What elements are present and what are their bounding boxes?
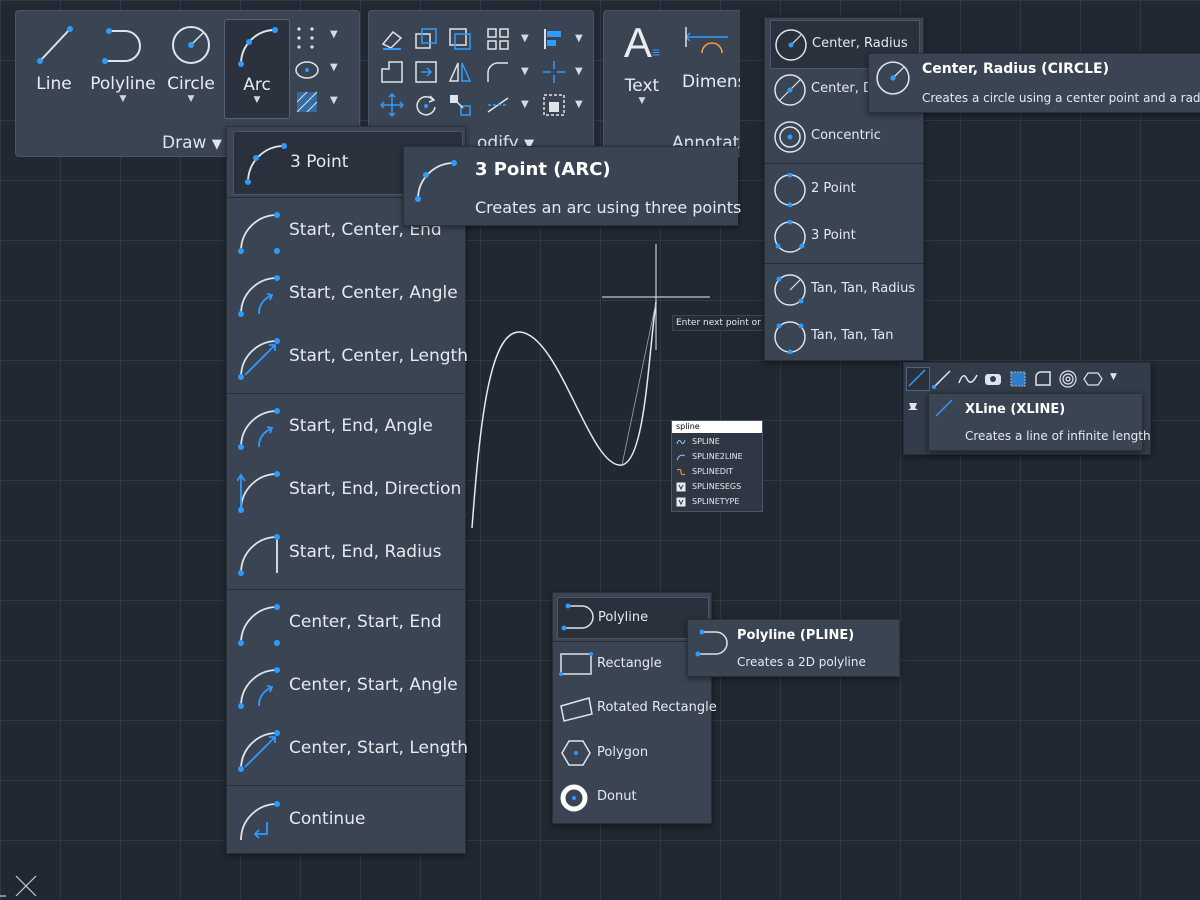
circle-menu-item-tan-tan-radius[interactable]: Tan, Tan, Radius — [765, 266, 923, 313]
circle-menu-label: Concentric — [811, 128, 881, 143]
spline-edit-icon — [676, 468, 686, 476]
polyline-menu-label: Polyline — [598, 610, 649, 625]
polyline-menu-label: Donut — [597, 789, 637, 804]
circle-center-radius-icon — [775, 29, 807, 61]
polyline-menu-label: Polygon — [597, 745, 649, 760]
autocomplete-label: SPLINEDIT — [692, 467, 734, 476]
cursor-prompt-tooltip: Enter next point or — [672, 315, 767, 331]
circle-menu-label: Tan, Tan, Tan — [811, 328, 894, 343]
autocomplete-item[interactable]: SPLINETYPE — [674, 495, 760, 510]
circle-menu-label: Tan, Tan, Radius — [811, 281, 916, 296]
region-icon[interactable] — [1033, 369, 1053, 389]
circle-menu-item-concentric[interactable]: Concentric — [765, 113, 923, 160]
polyline-menu-label: Rotated Rectangle — [597, 700, 717, 715]
circle-menu-label: 3 Point — [811, 228, 856, 243]
spline-fit-icon[interactable] — [958, 369, 978, 389]
circle-3point-icon — [774, 220, 806, 253]
polyline-menu-item-polygon[interactable]: Polygon — [553, 731, 711, 775]
system-variable-icon — [676, 482, 686, 492]
spline-curve — [471, 301, 657, 529]
rubber-band-line — [621, 301, 657, 466]
polyline-tooltip-description: Creates a 2D polyline — [737, 655, 866, 669]
xline-tool-selected[interactable] — [906, 367, 930, 391]
system-variable-icon — [676, 497, 686, 507]
autocomplete-label: SPLINESEGS — [692, 482, 742, 491]
revision-cloud-icon[interactable] — [983, 369, 1003, 389]
polyline-icon — [561, 603, 594, 631]
polyline-tooltip-title: Polyline (PLINE) — [737, 628, 855, 643]
circle-tooltip-description: Creates a circle using a center point an… — [922, 91, 1200, 105]
circle-tooltip-title: Center, Radius (CIRCLE) — [922, 61, 1110, 77]
autocomplete-item[interactable]: SPLINE2LINE — [674, 450, 760, 465]
xline-icon — [935, 399, 953, 417]
pin-icon[interactable] — [906, 401, 920, 415]
xline-tooltip-description: Creates a line of infinite length — [965, 429, 1151, 443]
autocomplete-label: SPLINE2LINE — [692, 452, 743, 461]
polyline-menu-item-donut[interactable]: Donut — [553, 775, 711, 819]
circle-menu-item-tan-tan-tan[interactable]: Tan, Tan, Tan — [765, 313, 923, 360]
polyline-menu-label: Rectangle — [597, 656, 662, 671]
autocomplete-item[interactable]: SPLINE — [674, 435, 760, 450]
spline-icon — [676, 439, 686, 445]
gradient-icon[interactable] — [1008, 369, 1028, 389]
circle-2point-icon — [774, 173, 806, 207]
circle-concentric-icon — [774, 121, 806, 153]
wipeout-icon[interactable] — [1083, 369, 1103, 389]
polyline-menu-item-rotated-rectangle[interactable]: Rotated Rectangle — [553, 686, 717, 730]
xline-icon — [908, 369, 926, 387]
circle-tooltip: Center, Radius (CIRCLE) Creates a circle… — [868, 53, 1200, 113]
circle-menu-label: Center, Radius — [812, 36, 908, 51]
circle-menu-label: Center, D — [811, 81, 874, 96]
rectangle-icon — [559, 652, 593, 676]
donut-icon — [560, 784, 588, 812]
circle-menu-label: 2 Point — [811, 181, 856, 196]
autocomplete-item[interactable]: SPLINESEGS — [674, 480, 760, 495]
autocomplete-item[interactable]: SPLINEDIT — [674, 465, 760, 480]
circle-menu-item-2-point[interactable]: 2 Point — [765, 166, 923, 213]
ray-icon[interactable] — [932, 369, 952, 389]
command-input[interactable]: spline — [672, 421, 762, 433]
circle-center-diameter-icon — [774, 74, 806, 106]
ucs-icon — [0, 875, 37, 897]
polygon-icon — [561, 740, 591, 766]
command-autocomplete: spline SPLINE SPLINE2LINE SPLINEDIT SPLI… — [671, 420, 763, 512]
xline-tooltip-title: XLine (XLINE) — [965, 402, 1066, 417]
circle-menu-item-3-point[interactable]: 3 Point — [765, 213, 923, 260]
polyline-tooltip: Polyline (PLINE) Creates a 2D polyline — [687, 619, 900, 677]
circle-tan-tan-tan-icon — [774, 321, 806, 354]
chevron-down-icon[interactable]: ▼ — [1110, 372, 1117, 382]
circle-center-radius-icon — [876, 61, 910, 95]
circle-tan-tan-radius-icon — [774, 274, 806, 306]
xline-tooltip: XLine (XLINE) Creates a line of infinite… — [928, 393, 1151, 451]
polyline-icon — [695, 629, 728, 657]
spline-to-line-icon — [676, 454, 686, 461]
rotated-rectangle-icon — [560, 697, 593, 722]
autocomplete-label: SPLINETYPE — [692, 497, 740, 506]
autocomplete-label: SPLINE — [692, 437, 720, 446]
helix-icon[interactable] — [1058, 369, 1078, 389]
